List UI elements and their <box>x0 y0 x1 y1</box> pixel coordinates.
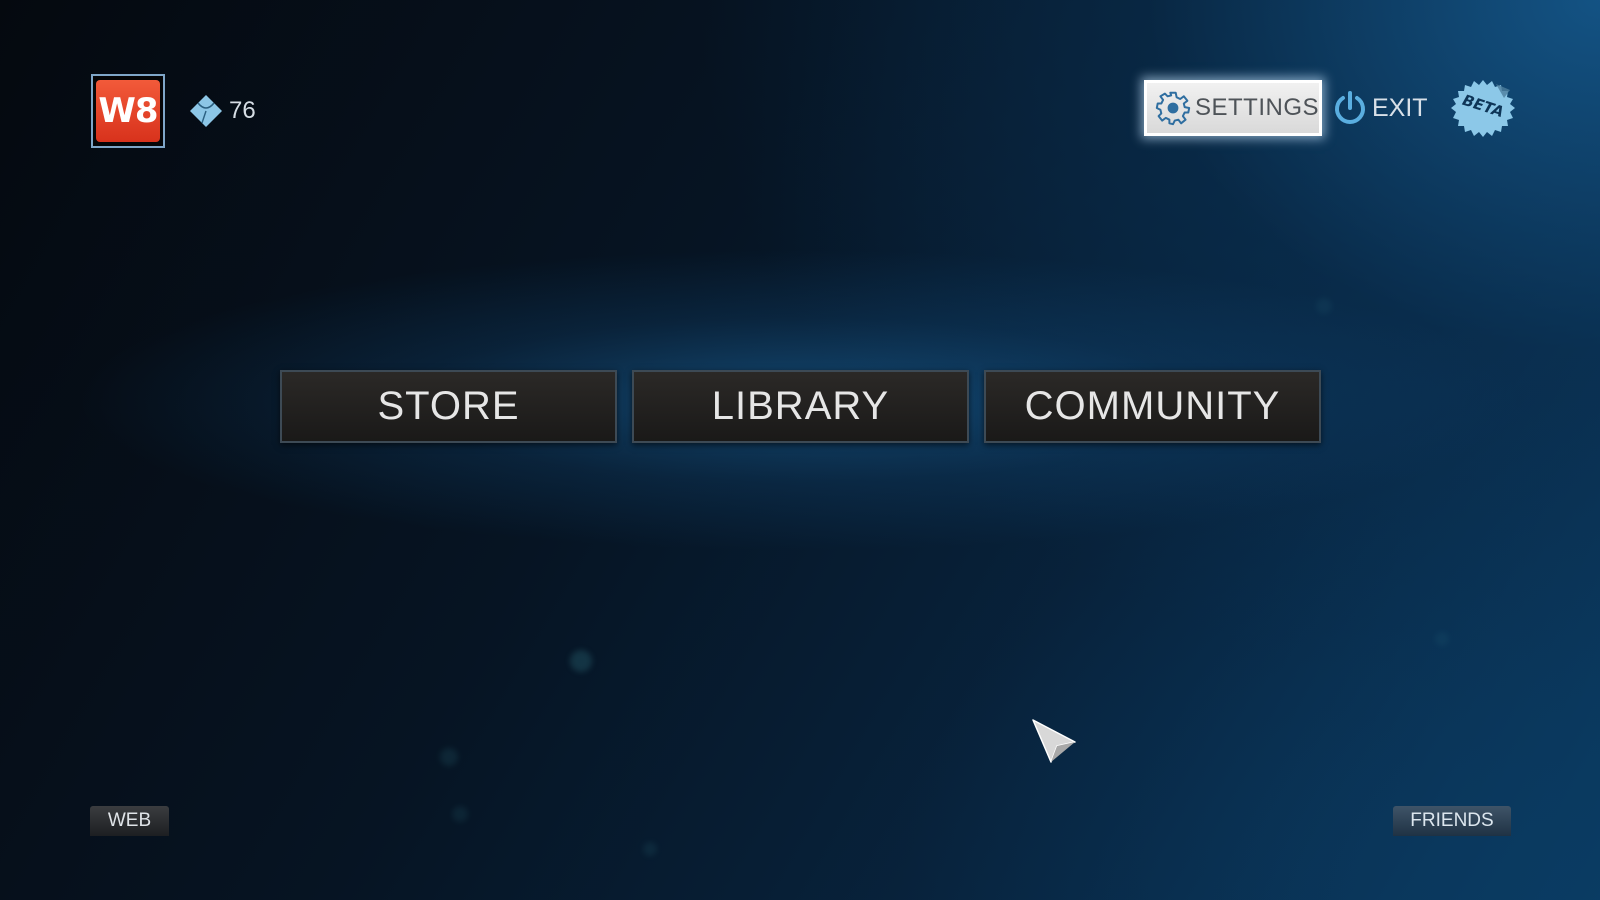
exit-button[interactable]: EXIT <box>1332 90 1428 126</box>
top-actions: SETTINGS EXIT <box>1144 80 1428 136</box>
background-orb <box>440 748 458 766</box>
gear-icon <box>1155 91 1191 126</box>
avatar: W8 <box>96 80 160 142</box>
messages-indicator[interactable]: 76 <box>189 94 256 128</box>
user-area: W8 76 <box>91 74 256 148</box>
main-navigation: STORE LIBRARY COMMUNITY <box>280 370 1321 443</box>
friends-button[interactable]: FRIENDS <box>1393 806 1511 836</box>
background-orb <box>570 650 592 672</box>
community-button[interactable]: COMMUNITY <box>984 370 1321 443</box>
envelope-icon <box>190 95 222 127</box>
background-orb <box>1316 298 1332 314</box>
settings-label: SETTINGS <box>1194 94 1319 121</box>
library-button[interactable]: LIBRARY <box>632 370 969 443</box>
beta-badge: BETA <box>1448 78 1518 140</box>
power-icon <box>1335 91 1365 124</box>
background-orb <box>643 842 657 856</box>
avatar-button[interactable]: W8 <box>91 74 165 148</box>
store-button[interactable]: STORE <box>280 370 617 443</box>
exit-label: EXIT <box>1372 93 1428 122</box>
background-orb <box>1435 632 1449 646</box>
web-button[interactable]: WEB <box>90 806 169 836</box>
background-orb <box>452 806 468 822</box>
message-count: 76 <box>229 97 256 124</box>
settings-button[interactable]: SETTINGS <box>1144 80 1322 136</box>
mouse-cursor-icon <box>1032 719 1076 763</box>
